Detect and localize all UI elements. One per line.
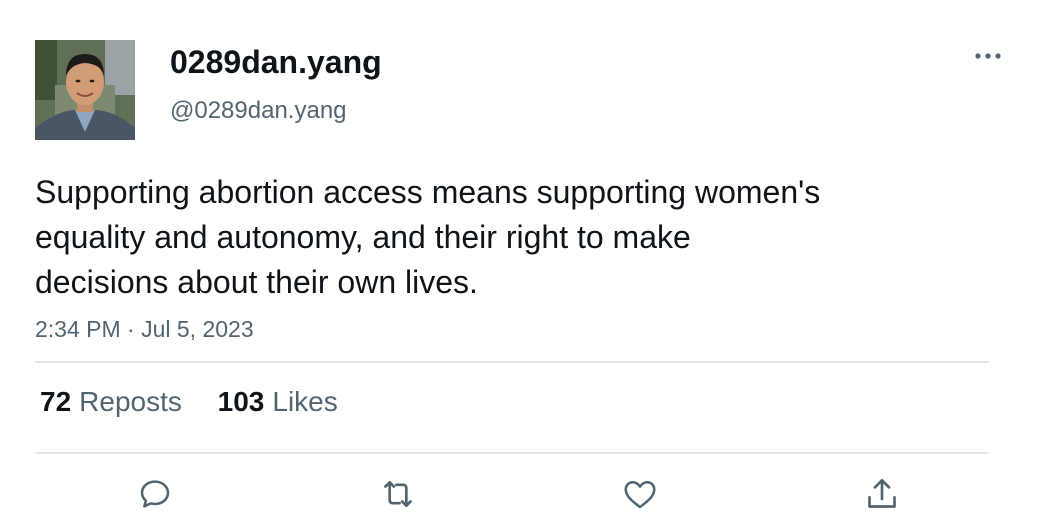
reposts-label: Reposts	[79, 386, 182, 417]
display-name[interactable]: 0289dan.yang	[170, 44, 382, 81]
tweet-card: 0289dan.yang @0289dan.yang Supporting ab…	[0, 0, 1050, 525]
tweet-text: Supporting abortion access means support…	[35, 170, 955, 305]
share-button[interactable]	[862, 474, 902, 514]
likes-label: Likes	[272, 386, 338, 417]
retweet-button[interactable]	[378, 474, 418, 514]
heart-icon	[624, 481, 656, 509]
tweet-timestamp[interactable]: 2:34 PM · Jul 5, 2023	[35, 316, 254, 343]
reposts-count: 72	[40, 386, 72, 417]
tweet-text-line: equality and autonomy, and their right t…	[35, 219, 691, 255]
more-options-button[interactable]	[970, 44, 1006, 68]
likes-stat[interactable]: 103 Likes	[218, 386, 338, 418]
avatar-photo	[35, 40, 135, 140]
like-button[interactable]	[620, 474, 660, 514]
tweet-text-line: Supporting abortion access means support…	[35, 174, 821, 210]
retweet-icon	[384, 481, 412, 507]
avatar[interactable]	[35, 40, 135, 140]
tweet-text-line: decisions about their own lives.	[35, 264, 478, 300]
more-horizontal-icon	[975, 53, 1001, 59]
likes-count: 103	[217, 386, 265, 417]
engagement-stats: 72 Reposts 103 Likes	[40, 386, 366, 418]
reply-button[interactable]	[135, 474, 175, 514]
user-handle[interactable]: @0289dan.yang	[170, 97, 347, 125]
comment-icon	[140, 480, 170, 508]
divider	[35, 361, 989, 363]
share-icon	[868, 479, 896, 508]
divider	[35, 452, 989, 454]
reposts-stat[interactable]: 72 Reposts	[40, 386, 182, 418]
